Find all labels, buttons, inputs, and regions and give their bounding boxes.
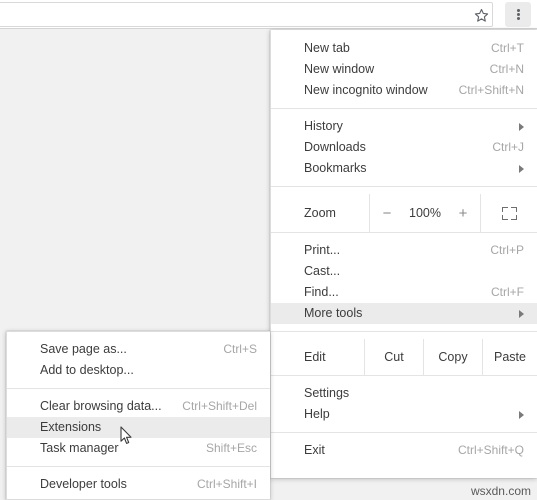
menu-item-accelerator: Ctrl+T (491, 41, 524, 55)
menu-item-label: Clear browsing data... (40, 399, 162, 413)
menu-item-label: New window (304, 62, 375, 76)
menu-item-label: Settings (304, 386, 350, 400)
menu-item-settings[interactable]: Settings (271, 383, 537, 404)
chevron-right-icon (519, 122, 524, 131)
menu-item-label: Save page as... (40, 342, 127, 356)
three-dot-menu-icon (516, 8, 520, 21)
edit-paste-label: Paste (494, 350, 526, 364)
edit-label-text: Edit (304, 350, 326, 364)
address-bar-input[interactable] (0, 3, 492, 26)
menu-item-label: Exit (304, 443, 325, 457)
menu-item-accelerator: Shift+Esc (205, 441, 257, 455)
star-outline-icon (474, 8, 488, 22)
menu-separator (7, 466, 270, 467)
menu-item-label: Print... (304, 243, 341, 257)
menu-row-zoom: Zoom − 100% + (271, 194, 537, 232)
edit-paste-button[interactable]: Paste (482, 339, 537, 375)
edit-label: Edit (271, 339, 364, 375)
chevron-right-icon (519, 309, 524, 318)
zoom-in-button[interactable]: + (456, 206, 470, 221)
menu-item-more-tools[interactable]: More tools (271, 303, 537, 324)
edit-copy-button[interactable]: Copy (423, 339, 482, 375)
menu-separator (271, 432, 537, 433)
menu-item-accelerator: Ctrl+N (489, 62, 524, 76)
zoom-label-text: Zoom (304, 206, 336, 220)
browser-toolbar (0, 0, 537, 29)
menu-separator (271, 108, 537, 109)
fullscreen-icon (501, 206, 517, 220)
submenu-item-task-manager[interactable]: Task manager Shift+Esc (7, 438, 270, 459)
address-bar[interactable] (0, 2, 493, 27)
menu-item-label: Downloads (304, 140, 366, 154)
submenu-item-save-page-as[interactable]: Save page as... Ctrl+S (7, 339, 270, 360)
menu-item-new-tab[interactable]: New tab Ctrl+T (271, 38, 537, 59)
menu-item-label: New incognito window (304, 83, 428, 97)
edit-copy-label: Copy (438, 350, 468, 364)
menu-separator (271, 331, 537, 332)
menu-item-label: Developer tools (40, 477, 127, 491)
menu-item-label: Cast... (304, 264, 341, 278)
menu-row-edit: Edit Cut Copy Paste (271, 339, 537, 375)
menu-separator (271, 186, 537, 187)
chevron-right-icon (519, 410, 524, 419)
more-tools-submenu[interactable]: Save page as... Ctrl+S Add to desktop...… (6, 331, 270, 500)
menu-item-label: Help (304, 407, 330, 421)
menu-item-history[interactable]: History (271, 116, 537, 137)
menu-item-accelerator: Ctrl+Shift+Del (182, 399, 257, 413)
menu-item-print[interactable]: Print... Ctrl+P (271, 240, 537, 261)
menu-item-label: Bookmarks (304, 161, 367, 175)
menu-item-accelerator: Ctrl+J (492, 140, 524, 154)
menu-item-find[interactable]: Find... Ctrl+F (271, 282, 537, 303)
submenu-item-extensions[interactable]: Extensions (7, 417, 270, 438)
submenu-item-developer-tools[interactable]: Developer tools Ctrl+Shift+I (7, 474, 270, 495)
bookmark-star-button[interactable] (470, 4, 492, 26)
menu-item-bookmarks[interactable]: Bookmarks (271, 158, 537, 179)
menu-item-label: Extensions (40, 420, 102, 434)
menu-item-label: New tab (304, 41, 350, 55)
chevron-right-icon (519, 164, 524, 173)
zoom-label: Zoom (271, 194, 369, 232)
menu-item-label: History (304, 119, 343, 133)
menu-item-exit[interactable]: Exit Ctrl+Shift+Q (271, 440, 537, 461)
menu-item-new-incognito-window[interactable]: New incognito window Ctrl+Shift+N (271, 80, 537, 101)
menu-item-downloads[interactable]: Downloads Ctrl+J (271, 137, 537, 158)
submenu-item-add-to-desktop[interactable]: Add to desktop... (7, 360, 270, 381)
zoom-level-value: 100% (409, 206, 441, 220)
menu-item-label: Task manager (40, 441, 119, 455)
site-watermark: wsxdn.com (470, 484, 531, 498)
menu-item-label: More tools (304, 306, 363, 320)
edit-cut-button[interactable]: Cut (364, 339, 423, 375)
zoom-out-button[interactable]: − (380, 206, 394, 221)
menu-separator (7, 388, 270, 389)
menu-item-label: Add to desktop... (40, 363, 134, 377)
menu-item-accelerator: Ctrl+Shift+Q (457, 443, 524, 457)
edit-cut-label: Cut (384, 350, 404, 364)
fullscreen-button[interactable] (481, 194, 537, 232)
menu-item-accelerator: Ctrl+P (490, 243, 524, 257)
submenu-item-clear-browsing-data[interactable]: Clear browsing data... Ctrl+Shift+Del (7, 396, 270, 417)
menu-item-help[interactable]: Help (271, 404, 537, 425)
menu-item-cast[interactable]: Cast... (271, 261, 537, 282)
chrome-main-menu[interactable]: New tab Ctrl+T New window Ctrl+N New inc… (270, 30, 537, 478)
chrome-menu-button[interactable] (505, 2, 531, 27)
menu-item-new-window[interactable]: New window Ctrl+N (271, 59, 537, 80)
menu-separator (271, 232, 537, 233)
zoom-controls: − 100% + (369, 194, 481, 232)
menu-item-accelerator: Ctrl+Shift+N (458, 83, 524, 97)
menu-item-accelerator: Ctrl+S (223, 342, 257, 356)
menu-separator (271, 375, 537, 376)
menu-item-accelerator: Ctrl+F (491, 285, 524, 299)
menu-item-label: Find... (304, 285, 339, 299)
menu-item-accelerator: Ctrl+Shift+I (196, 477, 257, 491)
